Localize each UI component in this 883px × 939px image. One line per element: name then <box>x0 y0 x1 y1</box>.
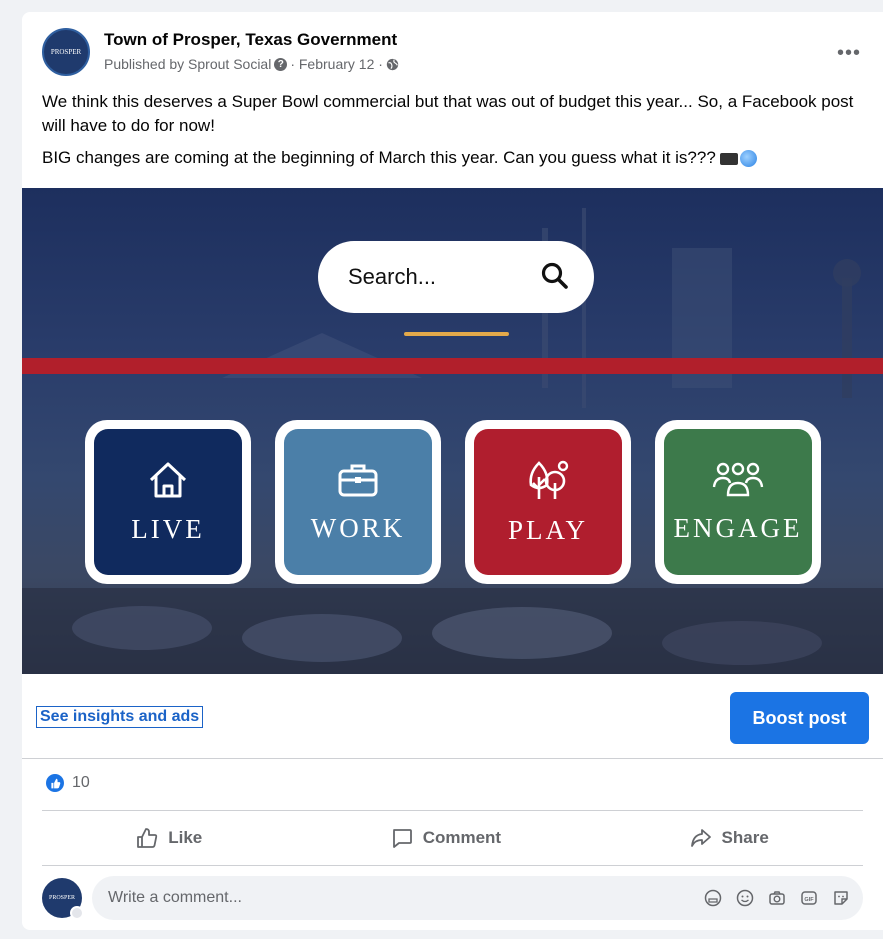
briefcase-icon <box>338 464 378 496</box>
comment-placeholder: Write a comment... <box>108 889 242 906</box>
sticker-icon[interactable] <box>831 888 851 908</box>
reaction-summary[interactable]: 10 <box>46 774 90 792</box>
tile-play-inner: PLAY <box>474 429 622 575</box>
post-text-line-2: BIG changes are coming at the beginning … <box>42 146 865 170</box>
boost-post-button[interactable]: Boost post <box>730 692 869 744</box>
tile-work: WORK <box>275 420 441 584</box>
tile-play-label: PLAY <box>507 514 589 545</box>
avatar-sticker-icon[interactable] <box>703 888 723 908</box>
tile-engage-label: ENGAGE <box>673 512 803 543</box>
tile-work-label: WORK <box>310 512 406 543</box>
chevron-down-icon[interactable] <box>70 906 84 920</box>
cta-row: See insights and ads Boost post <box>22 674 883 759</box>
house-icon <box>149 462 187 497</box>
gold-divider <box>404 332 509 336</box>
search-icon <box>541 262 568 289</box>
page-avatar[interactable]: PROSPER <box>42 28 90 76</box>
tile-play: PLAY <box>465 420 631 584</box>
comment-composer: PROSPER Write a comment... GIF <box>42 874 863 920</box>
help-icon[interactable]: ? <box>274 57 288 71</box>
comment-input[interactable]: Write a comment... GIF <box>92 876 863 920</box>
comment-icon <box>392 829 412 848</box>
action-bar: Like Comment Share <box>42 810 863 866</box>
comment-button[interactable]: Comment <box>391 827 501 849</box>
post-date[interactable]: · February 12 · <box>290 56 383 72</box>
post-card: PROSPER Town of Prosper, Texas Governmen… <box>22 12 883 930</box>
share-label: Share <box>721 828 769 847</box>
tile-work-inner: WORK <box>284 429 432 575</box>
globe-icon <box>386 58 399 70</box>
post-meta: Published by Sprout Social ? · February … <box>104 56 399 72</box>
like-label: Like <box>168 828 203 847</box>
reaction-count: 10 <box>72 774 90 791</box>
comment-label: Comment <box>422 828 502 847</box>
tile-engage: ENGAGE <box>655 420 821 584</box>
more-options-button[interactable]: ••• <box>837 42 861 65</box>
like-reaction-icon <box>46 774 64 792</box>
post-header: PROSPER Town of Prosper, Texas Governmen… <box>42 28 863 78</box>
emoji-icon[interactable] <box>735 888 755 908</box>
red-band <box>22 358 883 374</box>
search-placeholder-text: Search... <box>348 264 437 289</box>
svg-text:GIF: GIF <box>804 897 814 903</box>
like-button[interactable]: Like <box>136 827 202 849</box>
page-name-link[interactable]: Town of Prosper, Texas Government <box>104 30 397 50</box>
commenter-avatar-text: PROSPER <box>48 895 75 901</box>
gif-icon[interactable]: GIF <box>799 888 819 908</box>
mock-search-bar: Search... <box>318 241 594 313</box>
tile-live-label: LIVE <box>131 513 205 544</box>
computer-emoji-icon <box>719 152 738 165</box>
post-text-line-2-text: BIG changes are coming at the beginning … <box>42 148 716 167</box>
people-icon <box>712 462 764 496</box>
post-text: We think this deserves a Super Bowl comm… <box>42 90 865 178</box>
camera-icon[interactable] <box>767 888 787 908</box>
share-button[interactable]: Share <box>690 827 769 849</box>
thumbs-up-icon <box>137 828 158 848</box>
tile-engage-inner: ENGAGE <box>664 429 812 575</box>
see-insights-link[interactable]: See insights and ads <box>36 706 204 728</box>
comment-tools: GIF <box>703 888 851 908</box>
published-by-text: Published by Sprout Social <box>104 56 272 72</box>
commenter-avatar[interactable]: PROSPER <box>42 878 84 920</box>
post-image[interactable]: Search... LIVE WORK PLAY ENGAGE <box>22 188 883 674</box>
tile-live: LIVE <box>85 420 251 584</box>
share-icon <box>690 829 711 847</box>
trees-icon <box>529 460 569 499</box>
post-text-line-1: We think this deserves a Super Bowl comm… <box>42 92 854 135</box>
tile-live-inner: LIVE <box>94 429 242 575</box>
globe-emoji-icon <box>739 150 757 168</box>
